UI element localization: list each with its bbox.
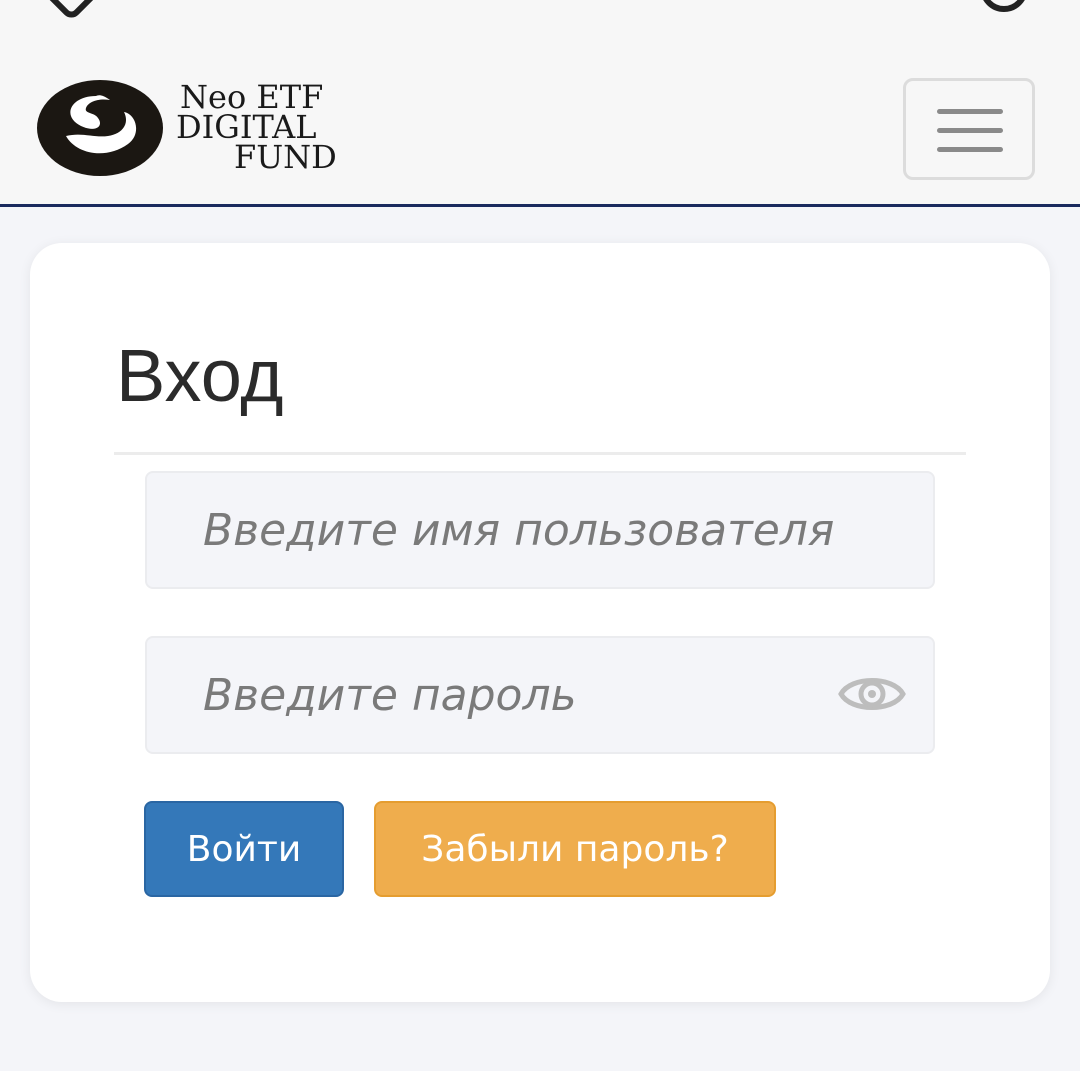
page-title: Вход: [116, 334, 284, 417]
username-input[interactable]: [147, 473, 933, 587]
password-input[interactable]: [147, 638, 933, 752]
brand-logo[interactable]: Neo ETF DIGITAL FUND: [36, 78, 376, 178]
login-button[interactable]: Войти: [144, 801, 344, 897]
menu-toggle-button[interactable]: [903, 78, 1035, 180]
logo-icon: [37, 80, 163, 176]
title-divider: [114, 452, 966, 455]
status-bar: [0, 0, 1080, 22]
hamburger-icon-bar: [937, 109, 1003, 114]
logo-text: Neo ETF DIGITAL FUND: [176, 81, 376, 176]
username-field-wrap: [145, 471, 935, 589]
status-clock-icon: [980, 0, 1028, 12]
eye-icon[interactable]: [837, 664, 907, 724]
hamburger-icon-bar: [937, 128, 1003, 133]
password-field-wrap: [145, 636, 935, 754]
status-icon: [40, 0, 100, 22]
login-card: Вход Войти Забыли пароль?: [30, 243, 1050, 1002]
forgot-password-button[interactable]: Забыли пароль?: [374, 801, 776, 897]
hamburger-icon-bar: [937, 147, 1003, 152]
logo-line-3: FUND: [234, 138, 337, 176]
site-header: Neo ETF DIGITAL FUND: [0, 0, 1080, 207]
